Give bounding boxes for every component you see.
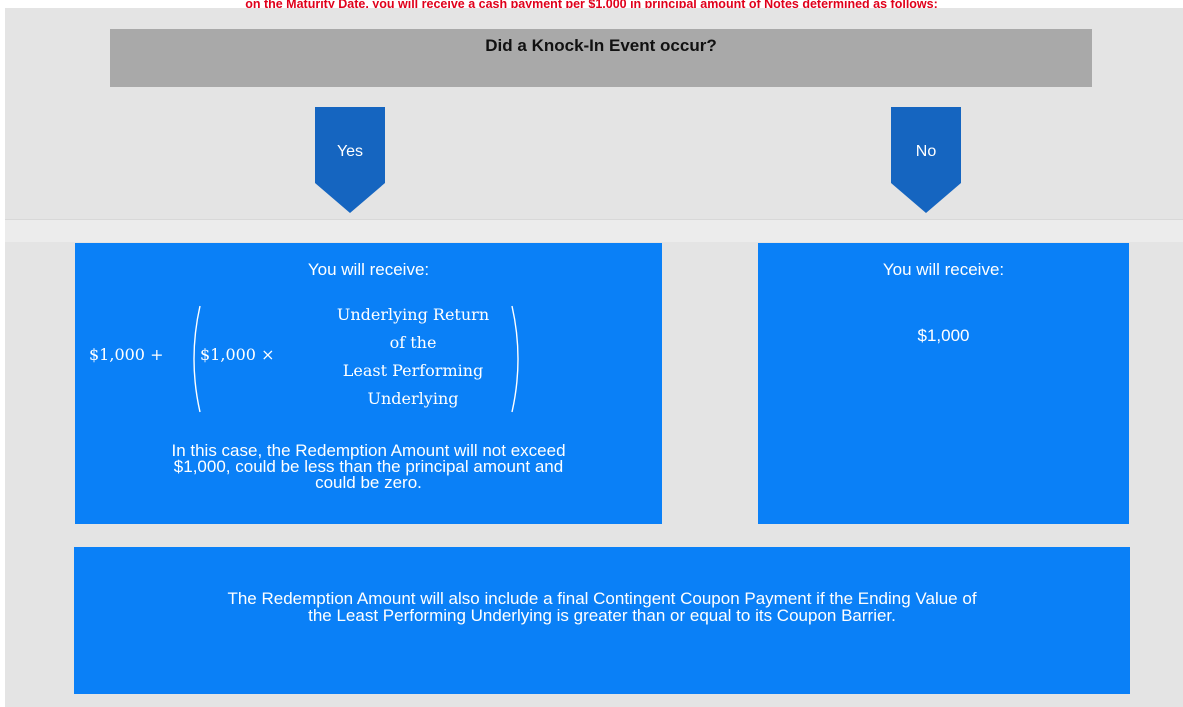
no-outcome-box: You will receive: $1,000 <box>758 243 1129 524</box>
yes-label: Yes <box>336 143 364 160</box>
fraction-line-4: Underlying <box>367 389 459 408</box>
payout-formula: $1,000 + $1,000 × Underlying Return of t… <box>75 303 662 415</box>
question-box: Did a Knock-In Event occur? <box>110 29 1092 87</box>
fraction-line-1: Underlying Return <box>336 305 490 324</box>
yes-arrow: Yes <box>315 107 385 213</box>
fraction-line-3: Least Performing <box>342 361 484 380</box>
coupon-box: The Redemption Amount will also include … <box>74 547 1130 694</box>
no-box-title: You will receive: <box>882 260 1005 279</box>
coupon-line-2: the Least Performing Underlying is great… <box>308 606 896 625</box>
no-arrow: No <box>891 107 961 213</box>
no-box-amount: $1,000 <box>917 326 970 345</box>
yes-note-line-3: could be zero. <box>315 473 422 492</box>
coupon-line-1: The Redemption Amount will also include … <box>227 589 977 608</box>
yes-box-title: You will receive: <box>307 260 430 279</box>
yes-outcome-box: You will receive: $1,000 + $1,000 × Unde… <box>75 243 662 524</box>
section-divider <box>5 219 1183 242</box>
fraction-line-2: of the <box>389 333 437 352</box>
formula-inner: $1,000 × <box>200 345 275 364</box>
question-text: Did a Knock-In Event occur? <box>485 36 717 55</box>
no-label: No <box>915 143 937 160</box>
